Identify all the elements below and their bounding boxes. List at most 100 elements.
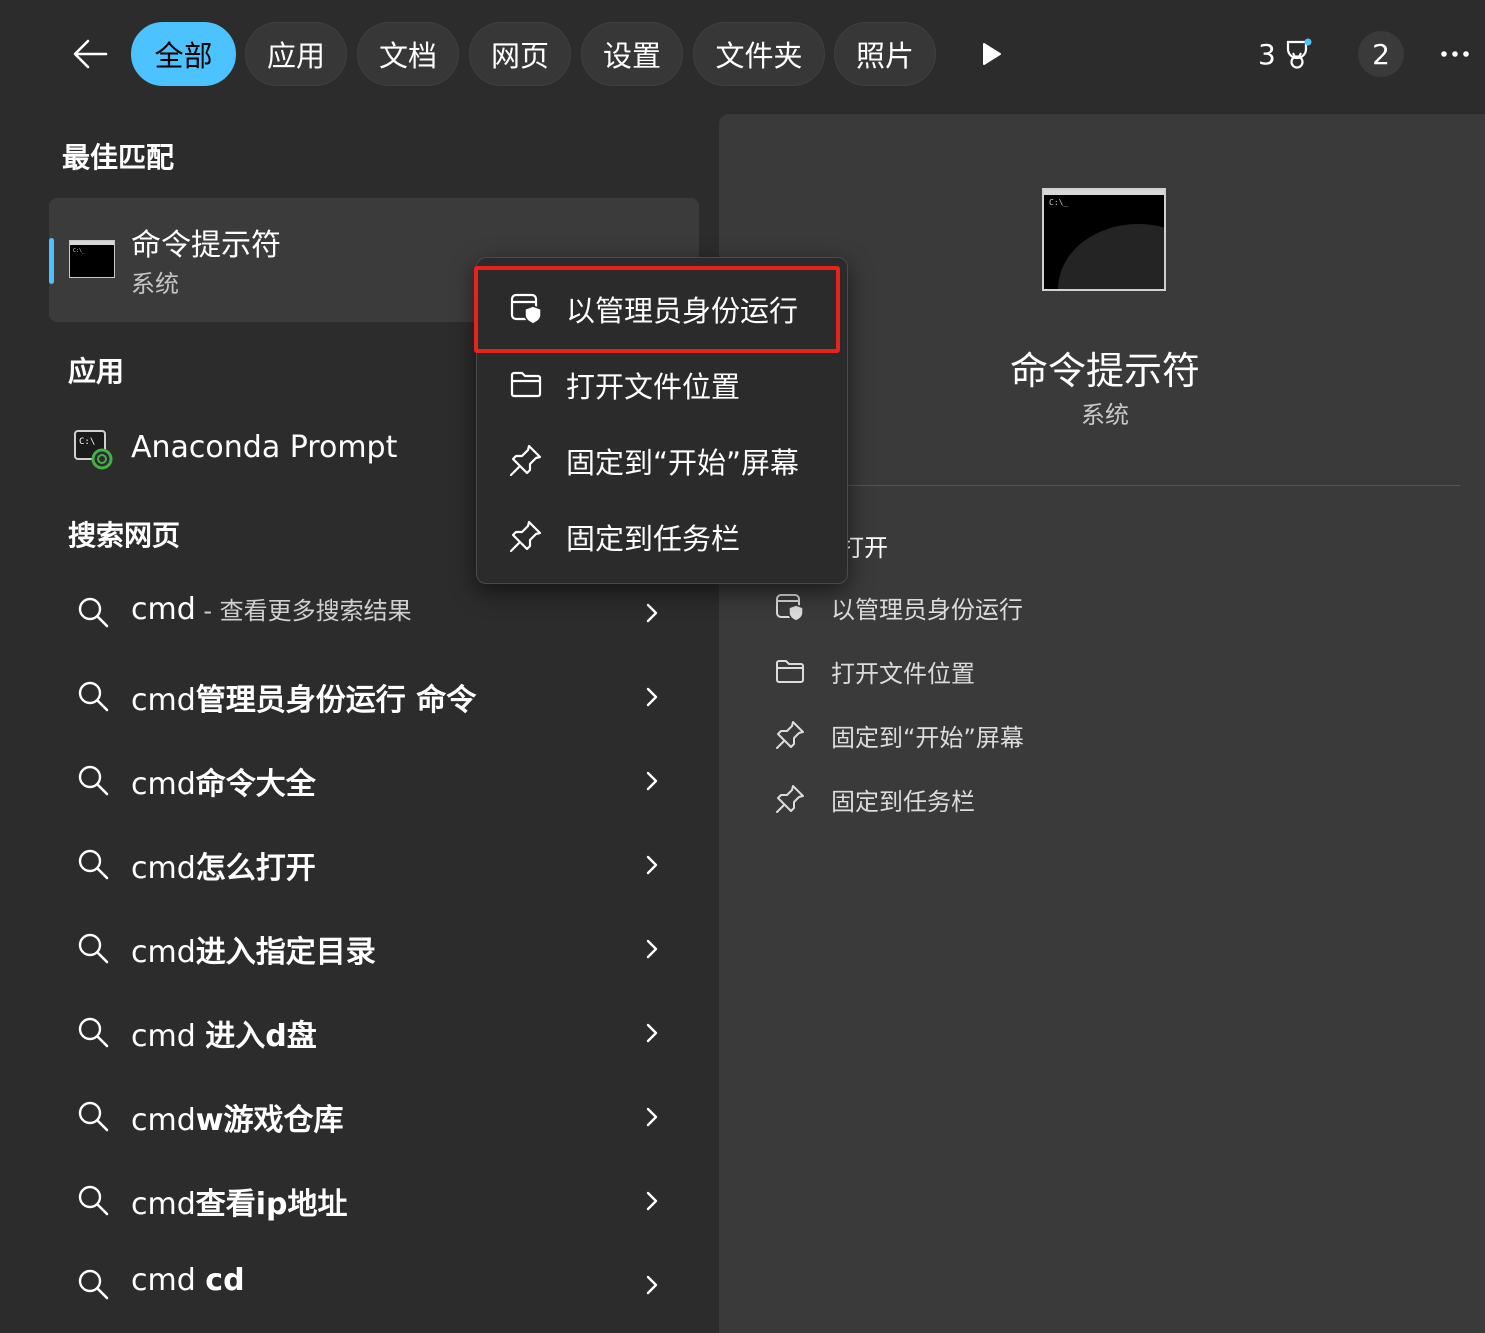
detail-action-label: 以管理员身份运行 — [831, 596, 1023, 624]
chevron-right-icon — [646, 687, 658, 707]
tab-apps[interactable]: 应用 — [245, 22, 347, 86]
search-icon — [78, 681, 109, 712]
web-result-query: cmd — [131, 767, 196, 802]
more-icon — [1441, 51, 1469, 57]
more-tabs-button[interactable] — [970, 32, 1014, 76]
tab-photos[interactable]: 照片 — [834, 22, 936, 86]
detail-pin-to-taskbar[interactable]: 固定到任务栏 — [770, 772, 1270, 824]
web-result-text: cmd cd — [131, 1263, 245, 1298]
chevron-right-icon — [646, 939, 658, 959]
detail-action-label: 固定到任务栏 — [831, 788, 975, 816]
context-pin-to-start[interactable]: 固定到“开始”屏幕 — [476, 424, 848, 494]
tab-documents[interactable]: 文档 — [357, 22, 459, 86]
web-result-text: cmd命令大全 — [131, 759, 316, 803]
web-result-query: cmd — [131, 683, 196, 718]
tab-all[interactable]: 全部 — [131, 22, 236, 86]
apps-heading: 应用 — [68, 355, 125, 388]
chevron-right-icon — [646, 1275, 658, 1295]
folder-icon — [776, 660, 804, 683]
search-icon — [78, 933, 109, 964]
search-icon — [78, 849, 109, 880]
web-result-text: cmd怎么打开 — [131, 843, 316, 887]
back-arrow-icon — [73, 39, 108, 69]
search-icon — [78, 765, 109, 796]
web-result-query: cmd — [131, 592, 196, 627]
tab-web[interactable]: 网页 — [469, 22, 571, 86]
shield-window-icon — [510, 293, 542, 325]
detail-action-label: 固定到“开始”屏幕 — [831, 724, 1024, 752]
command-prompt-large-icon: C:\_ — [1042, 188, 1166, 291]
web-result-text: cmd进入指定目录 — [131, 927, 376, 971]
tab-settings[interactable]: 设置 — [581, 22, 683, 86]
search-icon — [78, 1017, 109, 1048]
best-match-subtitle: 系统 — [131, 270, 179, 298]
detail-action-label: 打开文件位置 — [831, 660, 975, 688]
web-search-result[interactable]: cmd命令大全 — [60, 741, 700, 821]
app-result-label: Anaconda Prompt — [131, 430, 398, 465]
web-result-text: cmd 进入d盘 — [131, 1011, 317, 1055]
chevron-right-icon — [646, 1023, 658, 1043]
chevron-right-icon — [646, 771, 658, 791]
web-result-suggestion: 命令大全 — [195, 767, 316, 802]
web-result-query: cmd — [131, 935, 196, 970]
detail-run-as-admin[interactable]: 以管理员身份运行 — [770, 580, 1270, 632]
web-result-suggestion: w游戏仓库 — [195, 1103, 344, 1138]
context-item-label: 以管理员身份运行 — [566, 294, 799, 328]
svg-text:C:\_: C:\_ — [73, 248, 86, 254]
detail-pin-to-start[interactable]: 固定到“开始”屏幕 — [770, 708, 1270, 760]
best-match-heading: 最佳匹配 — [62, 141, 175, 174]
web-search-result[interactable]: cmd进入指定目录 — [60, 909, 700, 989]
rewards-button[interactable]: 3 — [1258, 26, 1312, 82]
chevron-right-icon — [646, 603, 658, 623]
detail-open-file-location[interactable]: 打开文件位置 — [770, 644, 1270, 696]
svg-text:C:\: C:\ — [79, 437, 95, 447]
pin-icon — [509, 444, 542, 477]
web-search-result[interactable]: cmd管理员身份运行 命令 — [60, 657, 700, 737]
folder-icon — [510, 371, 542, 398]
context-item-label: 打开文件位置 — [566, 370, 741, 404]
web-result-text: cmd管理员身份运行 命令 — [131, 675, 476, 719]
tab-folders[interactable]: 文件夹 — [693, 22, 825, 86]
chevron-right-icon — [646, 1107, 658, 1127]
command-prompt-icon: C:\_ — [69, 240, 115, 278]
context-item-label: 固定到任务栏 — [566, 522, 741, 556]
web-result-query: cmd — [131, 1019, 206, 1054]
web-search-result[interactable]: cmdw游戏仓库 — [60, 1077, 700, 1157]
context-item-label: 固定到“开始”屏幕 — [566, 446, 800, 480]
web-search-result[interactable]: cmd cd — [60, 1245, 700, 1325]
web-search-heading: 搜索网页 — [68, 519, 181, 552]
more-options-button[interactable] — [1430, 30, 1480, 78]
detail-title: 命令提示符 — [1009, 349, 1200, 393]
web-search-result[interactable]: cmd怎么打开 — [60, 825, 700, 905]
context-open-file-location[interactable]: 打开文件位置 — [476, 348, 848, 418]
detail-subtitle: 系统 — [1081, 401, 1129, 429]
best-match-title: 命令提示符 — [131, 228, 281, 263]
web-result-query: cmd — [131, 1263, 206, 1298]
web-search-result[interactable]: cmd 进入d盘 — [60, 993, 700, 1073]
web-result-suggestion: 管理员身份运行 命令 — [195, 683, 477, 718]
anaconda-prompt-icon: C:\ — [74, 430, 113, 470]
back-button[interactable] — [60, 22, 120, 86]
chevron-right-icon — [646, 855, 658, 875]
search-icon — [78, 1269, 109, 1300]
web-search-result[interactable]: cmd - 查看更多搜索结果 — [60, 573, 700, 653]
web-result-text: cmd查看ip地址 — [131, 1179, 348, 1223]
selection-indicator — [49, 238, 54, 284]
web-result-hint: - 查看更多搜索结果 — [195, 597, 412, 625]
avatar[interactable]: 2 — [1358, 31, 1404, 77]
web-result-query: cmd — [131, 1187, 196, 1222]
search-icon — [78, 1101, 109, 1132]
web-search-result[interactable]: cmd查看ip地址 — [60, 1161, 700, 1241]
search-icon — [78, 597, 109, 628]
pin-icon — [776, 721, 804, 749]
web-result-suggestion: 查看ip地址 — [195, 1187, 348, 1222]
web-result-suggestion: cd — [205, 1263, 245, 1298]
shield-window-icon — [776, 594, 804, 622]
web-result-text: cmdw游戏仓库 — [131, 1095, 343, 1139]
chevron-right-icon — [646, 1191, 658, 1211]
trophy-icon — [1286, 38, 1312, 69]
context-run-as-admin[interactable]: 以管理员身份运行 — [476, 272, 848, 342]
play-icon — [983, 43, 1001, 65]
web-result-suggestion: 进入指定目录 — [195, 935, 376, 970]
context-pin-to-taskbar[interactable]: 固定到任务栏 — [476, 500, 848, 570]
